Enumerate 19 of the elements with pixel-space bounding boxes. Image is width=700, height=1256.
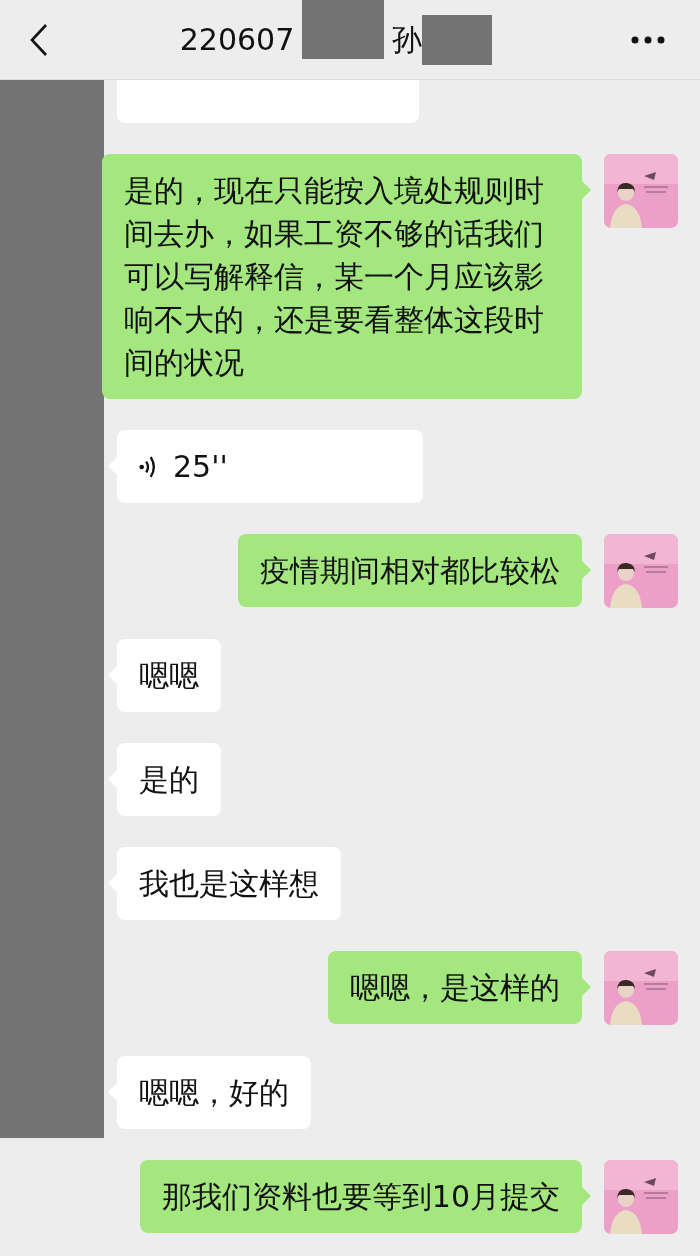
message-bubble[interactable]: 疫情期间相对都比较松: [238, 534, 582, 607]
redaction-block: [422, 14, 493, 65]
message-bubble[interactable]: 我也是这样想: [117, 847, 341, 920]
chat-title: 220607: [179, 20, 295, 59]
bubble-tail: [582, 561, 591, 579]
message-bubble[interactable]: 嗯嗯: [117, 639, 221, 712]
back-icon[interactable]: [29, 22, 49, 57]
message-bubble[interactable]: 是的，现在只能按入境处规则时间去办，如果工资不够的话我们可以写解释信，某一个月应该影响不大的，还是要看整体这段时间的状况: [102, 154, 582, 399]
voice-message[interactable]: 25'': [117, 430, 423, 503]
message-bubble[interactable]: 那我们资料也要等到10月提交: [139, 1160, 582, 1233]
message-bubble[interactable]: 是的: [117, 743, 221, 816]
bubble-tail: [582, 181, 591, 199]
message-bubble[interactable]: 嗯嗯，是这样的: [328, 951, 582, 1024]
bubble-tail: [582, 978, 591, 996]
more-icon[interactable]: [631, 35, 665, 44]
message-bubble[interactable]: 嗯嗯，好的: [117, 1056, 311, 1129]
bubble-tail: [582, 1187, 591, 1205]
chat-title: 孙: [392, 20, 423, 59]
voice-duration: 25'': [173, 448, 228, 486]
